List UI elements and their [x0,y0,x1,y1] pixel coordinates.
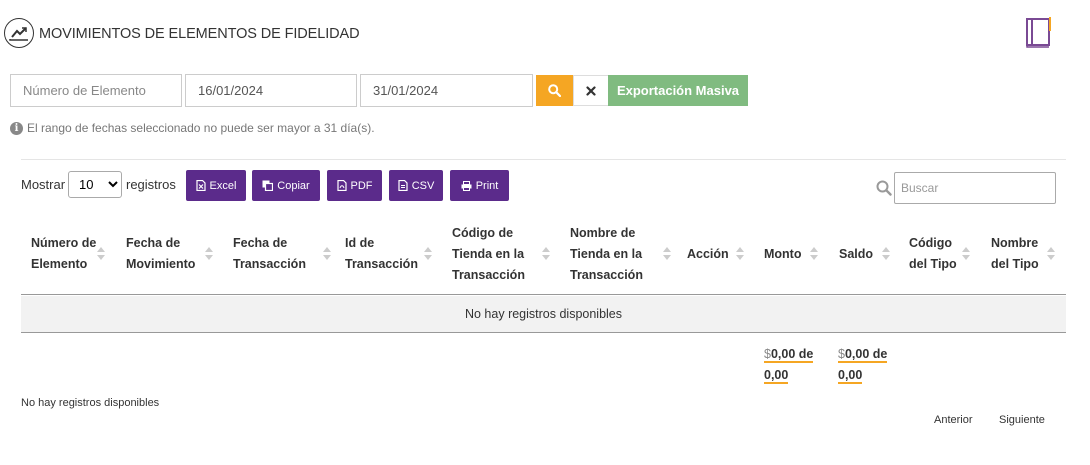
sort-icon[interactable] [424,247,432,261]
csv-button[interactable]: CSV [389,170,443,201]
divider [21,159,1066,160]
column-header-type-name[interactable]: Nombre del Tipo [991,213,1045,295]
sort-icon[interactable] [663,247,671,261]
balance-grand-total: 0,00 [838,368,863,384]
csv-file-icon [398,180,408,191]
column-header-balance[interactable]: Saldo [839,213,883,295]
column-header-amount[interactable]: Monto [764,213,814,295]
page-size-select[interactable]: 10 [68,171,122,198]
show-label: Mostrar [21,177,66,192]
pdf-button[interactable]: PDF [327,170,382,201]
print-label: Print [475,179,499,192]
search-icon [876,180,892,196]
sort-icon[interactable] [97,247,105,261]
column-header-store-code[interactable]: Código de Tienda en la Transacción [452,213,542,295]
printer-icon [461,180,472,191]
sort-icon[interactable] [542,247,550,261]
csv-label: CSV [411,179,435,192]
records-label: registros [126,177,176,192]
balance-currency: $ [838,347,845,363]
column-header-store-name[interactable]: Nombre de Tienda en la Transacción [570,213,662,295]
sort-icon[interactable] [736,247,744,261]
excel-button[interactable]: Excel [186,170,246,201]
amount-currency: $ [764,347,771,363]
copy-button[interactable]: Copiar [252,170,320,201]
excel-label: Excel [209,179,237,192]
copy-icon [262,180,274,191]
date-to-input[interactable] [360,74,533,107]
sort-icon[interactable] [205,247,213,261]
amount-total: $0,00 de 0,00 [764,344,824,386]
copy-label: Copiar [277,179,310,192]
sort-icon[interactable] [962,247,970,261]
element-number-input[interactable] [10,74,182,107]
sort-icon[interactable] [323,247,331,261]
clear-button[interactable] [573,75,609,106]
info-text: El rango de fechas seleccionado no puede… [27,121,375,135]
excel-file-icon [195,180,206,191]
sort-icon[interactable] [882,247,890,261]
info-icon: i [10,121,23,135]
date-from-input[interactable] [185,74,357,107]
previous-page-button[interactable]: Anterior [934,414,973,426]
close-icon [586,85,596,96]
column-header-action[interactable]: Acción [687,213,737,295]
date-range-info: i El rango de fechas seleccionado no pue… [10,121,375,135]
pdf-file-icon [336,180,347,191]
sort-icon[interactable] [1047,247,1055,261]
table-search-input[interactable] [894,172,1056,204]
pdf-label: PDF [350,179,373,192]
column-header-type-code[interactable]: Código del Tipo [909,213,959,295]
trend-chart-icon [4,18,34,48]
search-icon [548,84,561,97]
column-header-element-number[interactable]: Número de Elemento [31,213,99,295]
column-header-movement-date[interactable]: Fecha de Movimiento [126,213,204,295]
bulk-export-button[interactable]: Exportación Masiva [608,75,748,106]
amount-grand-total: 0,00 [764,368,789,384]
balance-page-value: 0,00 de [844,347,888,361]
empty-table-message: No hay registros disponibles [21,296,1066,333]
print-button[interactable]: Print [450,170,509,201]
next-page-button[interactable]: Siguiente [999,414,1045,426]
page-title: MOVIMIENTOS DE ELEMENTOS DE FIDELIDAD [39,26,360,42]
column-header-transaction-id[interactable]: Id de Transacción [345,213,423,295]
column-header-transaction-date[interactable]: Fecha de Transacción [233,213,321,295]
sort-icon[interactable] [810,247,818,261]
search-button[interactable] [536,75,573,106]
balance-total: $0,00 de 0,00 [838,344,898,386]
table-header: Número de Elemento Fecha de Movimiento F… [21,213,1066,295]
table-info: No hay registros disponibles [21,397,160,409]
amount-page-value: 0,00 de [770,347,814,361]
book-icon[interactable] [1024,17,1054,49]
